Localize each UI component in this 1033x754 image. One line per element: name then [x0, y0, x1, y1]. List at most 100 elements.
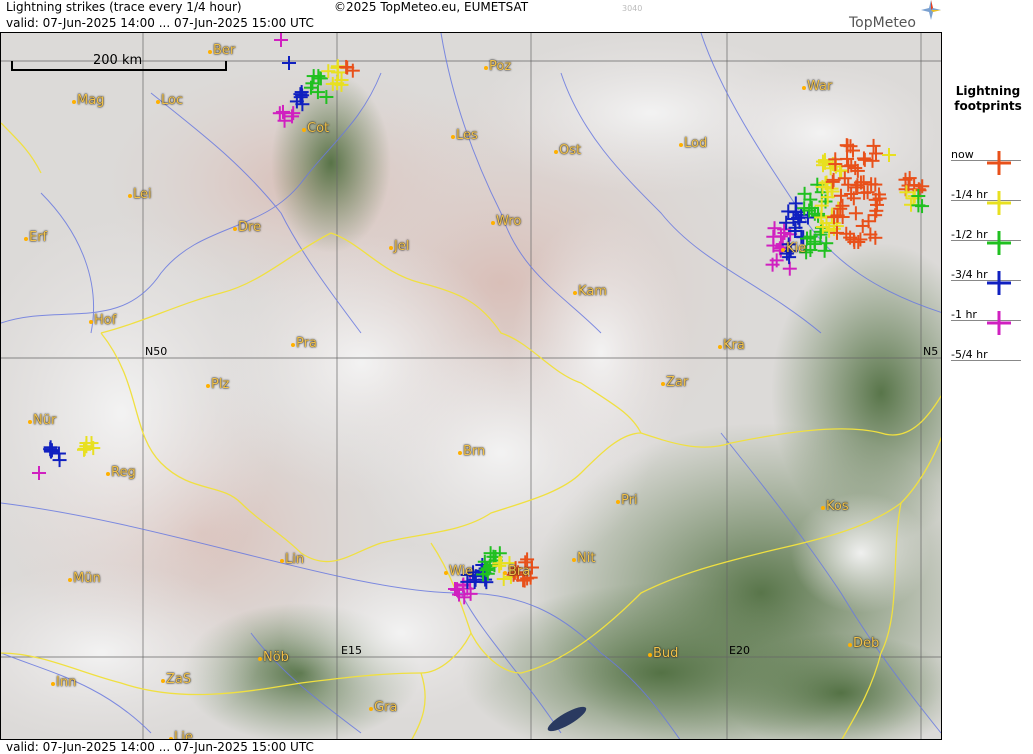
city-marker	[161, 679, 165, 683]
city-marker	[484, 66, 488, 70]
legend-item: -3/4 hr	[943, 268, 1033, 295]
city-label: Kam	[578, 284, 607, 299]
city-marker	[451, 135, 455, 139]
legend-item: now	[943, 148, 1033, 175]
map-header: Lightning strikes (trace every 1/4 hour)…	[0, 0, 942, 32]
legend-title: Lightning footprints	[954, 84, 1022, 113]
city-marker	[291, 343, 295, 347]
city-marker	[389, 246, 393, 250]
city-marker	[369, 707, 373, 711]
city-marker	[679, 143, 683, 147]
lightning-strike	[866, 138, 881, 153]
legend-item: -1 hr	[943, 308, 1033, 335]
city-marker	[572, 558, 576, 562]
city-marker	[616, 500, 620, 504]
city-label: Loc	[161, 93, 184, 108]
copyright: ©2025 TopMeteo.eu, EUMETSAT	[334, 0, 529, 14]
city-label: Dre	[238, 220, 262, 235]
city-label: Cot	[307, 121, 330, 136]
city-marker	[28, 420, 32, 424]
legend-cross-icon	[987, 271, 1011, 295]
city-label: Bud	[653, 646, 679, 661]
city-marker	[206, 384, 210, 388]
city-label: Hof	[94, 313, 117, 328]
lightning-strike	[865, 153, 880, 168]
lightning-strike	[882, 148, 896, 162]
city-label: Brn	[463, 444, 486, 459]
city-label: Ber	[213, 43, 236, 58]
legend-cross-icon	[987, 311, 1011, 335]
map-footer: valid: 07-Jun-2025 14:00 ... 07-Jun-2025…	[0, 740, 942, 754]
city-label: Mün	[73, 571, 101, 586]
city-marker	[51, 682, 55, 686]
city-marker	[848, 643, 852, 647]
city-marker	[233, 227, 237, 231]
lightning-strike	[282, 56, 296, 70]
city-label: Nit	[577, 551, 596, 566]
city-marker	[491, 221, 495, 225]
city-label: ZaS	[166, 672, 192, 687]
city-marker	[68, 578, 72, 582]
lightning-strike	[286, 106, 301, 121]
lightning-strike	[52, 453, 67, 468]
city-label: Lei	[133, 187, 152, 202]
city-marker	[72, 100, 76, 104]
legend-panel: Lightning footprints now -1/4 hr -1/2 hr -3…	[943, 0, 1033, 754]
city-label: Nür	[33, 413, 57, 428]
lightning-strike	[817, 243, 832, 258]
legend-cross-icon	[987, 191, 1011, 215]
city-marker	[718, 345, 722, 349]
city-label: Jel	[394, 239, 410, 254]
legend-item: -5/4 hr	[943, 348, 1033, 368]
city-label: Lje	[174, 730, 193, 740]
city-label: Wro	[496, 214, 522, 229]
city-marker	[554, 150, 558, 154]
city-label: Les	[456, 128, 478, 143]
city-label: Zar	[666, 375, 689, 390]
city-marker	[302, 128, 306, 132]
city-marker	[458, 451, 462, 455]
city-label: Deb	[853, 636, 880, 651]
city-label: Gra	[374, 700, 398, 715]
city-marker	[128, 194, 132, 198]
lightning-strike	[869, 146, 884, 161]
city-label: Wie	[449, 564, 474, 579]
lightning-strike	[274, 33, 288, 47]
city-marker	[208, 50, 212, 54]
city-marker	[280, 559, 284, 563]
city-label: Poz	[489, 59, 512, 74]
lightning-strike	[899, 185, 914, 200]
city-label: Mag	[77, 93, 105, 108]
city-marker	[781, 248, 785, 252]
footer-valid-time: valid: 07-Jun-2025 14:00 ... 07-Jun-2025…	[6, 740, 314, 754]
lightning-strike	[833, 201, 848, 216]
city-label: War	[807, 79, 833, 94]
city-marker	[444, 571, 448, 575]
lightning-strike	[839, 226, 854, 241]
city-label: Lod	[684, 136, 708, 151]
city-marker	[648, 653, 652, 657]
topmeteo-logo: TopMeteo	[849, 15, 916, 31]
city-marker	[106, 472, 110, 476]
lightning-strike	[841, 177, 856, 192]
city-marker	[573, 291, 577, 295]
city-label: Pra	[296, 336, 317, 351]
lightning-strike	[848, 206, 863, 221]
lightning-strike	[32, 466, 46, 480]
city-label: Lin	[285, 552, 305, 567]
city-label: Kos	[826, 499, 849, 514]
city-label: Inn	[56, 675, 77, 690]
city-label: Pri	[621, 493, 638, 508]
city-label: Kie	[786, 241, 807, 256]
city-label: Kra	[723, 338, 745, 353]
satellite-map[interactable]: 200 km N50 N5 E15 E20 Ber Poz War Mag Loc Cot…	[0, 32, 942, 740]
legend-cross-icon	[987, 231, 1011, 255]
city-marker	[503, 571, 507, 575]
city-label: Reg	[111, 465, 136, 480]
city-label: Bra	[508, 564, 531, 579]
city-marker	[89, 320, 93, 324]
legend-divider	[951, 360, 1021, 361]
city-marker	[661, 382, 665, 386]
city-label: Plz	[211, 377, 230, 392]
legend-item: -1/2 hr	[943, 228, 1033, 255]
